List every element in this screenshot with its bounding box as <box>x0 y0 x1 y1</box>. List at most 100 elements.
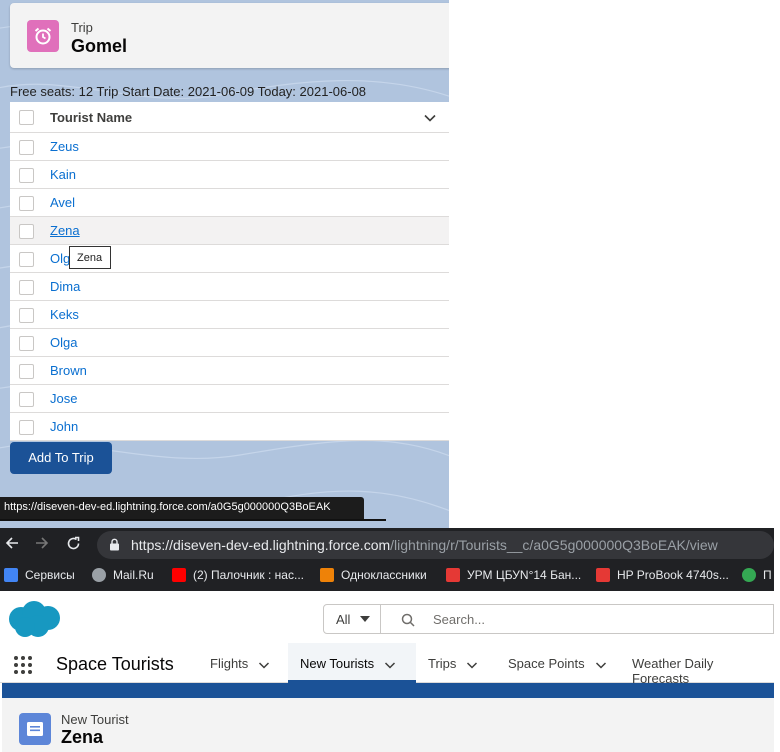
tourist-name-link[interactable]: Brown <box>50 363 87 378</box>
row-checkbox[interactable] <box>19 336 34 351</box>
caret-down-icon <box>360 616 370 622</box>
tourist-name-link[interactable]: Avel <box>50 195 75 210</box>
bookmark-item[interactable]: HP ProBook 4740s... <box>596 568 729 582</box>
bookmark-label: HP ProBook 4740s... <box>617 568 729 582</box>
status-bar-divider <box>0 519 386 521</box>
table-row: Dima <box>10 273 449 301</box>
nav-tab-label: Trips <box>428 656 457 671</box>
page-background-strip <box>2 683 774 698</box>
ok-icon <box>320 568 334 582</box>
trip-header-card: Trip Gomel <box>10 3 449 68</box>
chevron-down-icon[interactable] <box>595 659 607 671</box>
bookmark-item[interactable]: Mail.Ru <box>92 568 154 582</box>
bookmark-label: Одноклассники <box>341 568 427 582</box>
tourist-name-link[interactable]: Kain <box>50 167 76 182</box>
link-tooltip: Zena <box>69 246 111 269</box>
table-row: Zena <box>10 217 449 245</box>
row-checkbox[interactable] <box>19 168 34 183</box>
url-text: https://diseven-dev-ed.lightning.force.c… <box>131 537 718 553</box>
table-row: Brown <box>10 357 449 385</box>
alarm-clock-icon <box>27 20 59 52</box>
omnibox[interactable]: https://diseven-dev-ed.lightning.force.c… <box>97 531 774 559</box>
row-checkbox[interactable] <box>19 196 34 211</box>
table-row: Avel <box>10 189 449 217</box>
chevron-down-icon[interactable] <box>384 659 396 671</box>
record-object-label: New Tourist <box>61 712 129 727</box>
youtube-icon <box>172 568 186 582</box>
row-checkbox[interactable] <box>19 252 34 267</box>
table-header: Tourist Name <box>10 102 449 133</box>
url-path: /lightning/r/Tourists__c/a0G5g000000Q3Bo… <box>390 537 718 553</box>
nav-tab[interactable]: Trips <box>416 643 496 683</box>
global-search-input[interactable]: Search... <box>381 604 774 634</box>
bookmark-item[interactable]: (2) Палочник : нас... <box>172 568 304 582</box>
column-header-tourist-name[interactable]: Tourist Name <box>50 110 132 125</box>
back-arrow-icon[interactable] <box>5 536 19 554</box>
trip-component-panel: Trip Gomel Free seats: 12 Trip Start Dat… <box>0 0 449 528</box>
nav-tab[interactable]: Flights <box>198 643 288 683</box>
row-checkbox[interactable] <box>19 224 34 239</box>
bookmark-label: Сервисы <box>25 568 75 582</box>
tourist-name-link[interactable]: Dima <box>50 279 80 294</box>
chevron-down-icon[interactable] <box>258 659 270 671</box>
table-row: Jose <box>10 385 449 413</box>
record-header: New Tourist Zena <box>2 698 774 752</box>
tourist-name-link[interactable]: Keks <box>50 307 79 322</box>
table-row: Keks <box>10 301 449 329</box>
chevron-down-icon[interactable] <box>466 659 478 671</box>
bookmark-item[interactable]: Одноклассники <box>320 568 427 582</box>
tourist-name-link[interactable]: Olga <box>50 335 77 350</box>
table-row: John <box>10 413 449 441</box>
search-icon <box>401 613 415 630</box>
bookmark-label: Mail.Ru <box>113 568 154 582</box>
nav-tab[interactable]: Space Points <box>496 643 614 683</box>
object-label: Trip <box>71 20 93 35</box>
search-scope-select[interactable]: All <box>323 604 381 634</box>
browser-window: https://diseven-dev-ed.lightning.force.c… <box>0 528 780 752</box>
app-name: Space Tourists <box>56 654 174 674</box>
bookmarks-bar: Сервисы Mail.Ru (2) Палочник : нас... Однок… <box>0 561 774 591</box>
add-to-trip-button[interactable]: Add To Trip <box>10 442 112 474</box>
row-checkbox[interactable] <box>19 364 34 379</box>
nav-tab-label: Flights <box>210 656 249 671</box>
apps-icon <box>4 568 18 582</box>
reload-icon[interactable] <box>66 536 81 555</box>
salesforce-cloud-logo[interactable] <box>5 599 63 644</box>
search-placeholder: Search... <box>433 612 486 627</box>
table-row: Zeus <box>10 133 449 161</box>
trip-name: Gomel <box>71 36 128 56</box>
nav-tab-label: New Tourists <box>300 656 375 671</box>
globe-icon <box>92 568 106 582</box>
status-bar-url: https://diseven-dev-ed.lightning.force.c… <box>0 497 364 519</box>
record-title: Zena <box>61 727 104 747</box>
tourist-name-link[interactable]: Zeus <box>50 139 79 154</box>
bookmark-label: П <box>763 568 772 582</box>
chevron-down-icon[interactable] <box>423 111 437 130</box>
app-launcher-icon[interactable] <box>13 655 33 680</box>
forward-arrow-icon[interactable] <box>35 536 49 554</box>
tourist-name-link[interactable]: John <box>50 419 78 434</box>
hp-icon <box>596 568 610 582</box>
bookmark-item[interactable]: П <box>742 568 772 582</box>
urm-icon <box>446 568 460 582</box>
nav-tab-label: Space Points <box>508 656 585 671</box>
nav-tab[interactable]: Weather Daily Forecasts <box>622 643 774 686</box>
row-checkbox[interactable] <box>19 420 34 435</box>
bookmark-label: УРМ ЦБУN°14 Бан... <box>467 568 582 582</box>
select-all-checkbox[interactable] <box>19 110 34 125</box>
bookmark-item[interactable]: Сервисы <box>4 568 75 582</box>
tourist-name-link[interactable]: Jose <box>50 391 77 406</box>
table-row: Kain <box>10 161 449 189</box>
nav-tab[interactable]: New Tourists <box>288 643 416 683</box>
row-checkbox[interactable] <box>19 280 34 295</box>
bookmark-item[interactable]: УРМ ЦБУN°14 Бан... <box>446 568 581 582</box>
row-checkbox[interactable] <box>19 392 34 407</box>
address-bar-row: https://diseven-dev-ed.lightning.force.c… <box>0 528 774 561</box>
refresh-green-icon <box>742 568 756 582</box>
row-checkbox[interactable] <box>19 140 34 155</box>
nav-tab-label: Weather Daily Forecasts <box>632 656 714 686</box>
record-icon <box>19 713 51 745</box>
trip-info-line: Free seats: 12 Trip Start Date: 2021-06-… <box>10 84 367 99</box>
tourist-name-link[interactable]: Zena <box>50 223 80 238</box>
row-checkbox[interactable] <box>19 308 34 323</box>
